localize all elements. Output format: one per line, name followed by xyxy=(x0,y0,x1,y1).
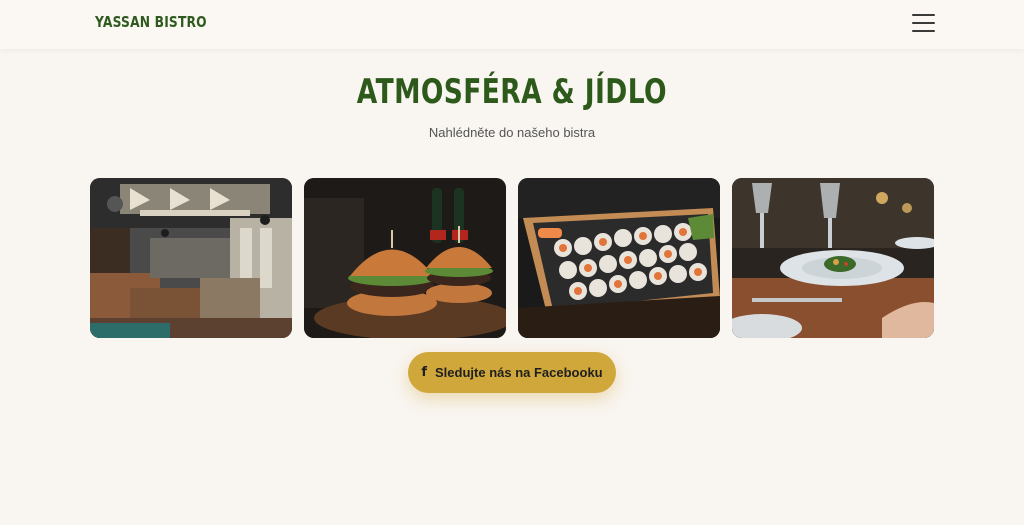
gallery-photo-sushi[interactable] xyxy=(518,178,720,338)
navbar: YASSAN BISTRO xyxy=(0,0,1024,49)
hamburger-menu-icon xyxy=(912,14,935,16)
gallery-photo-interior[interactable] xyxy=(90,178,292,338)
burgers-photo-image xyxy=(304,178,506,338)
sushi-photo-image xyxy=(518,178,720,338)
section-title-text: ATMOSFÉRA & JÍDLO xyxy=(356,72,668,112)
fine-dining-photo-image xyxy=(732,178,934,338)
facebook-icon: f xyxy=(421,365,428,380)
section-subtitle: Nahlédněte do našeho bistra xyxy=(428,125,596,140)
brand-logo[interactable]: YASSAN BISTRO xyxy=(95,13,207,31)
hamburger-menu-icon-bar xyxy=(912,30,935,32)
facebook-follow-button[interactable]: f Sledujte nás na Facebooku xyxy=(408,352,616,393)
facebook-follow-label: Sledujte nás na Facebooku xyxy=(435,365,603,380)
photo-gallery xyxy=(90,178,935,338)
interior-photo-image xyxy=(90,178,292,338)
gallery-photo-fine-dining[interactable] xyxy=(732,178,934,338)
gallery-photo-burgers[interactable] xyxy=(304,178,506,338)
section-title: ATMOSFÉRA & JÍDLO xyxy=(0,72,1024,112)
hamburger-menu-icon-bar xyxy=(912,22,935,24)
menu-button[interactable] xyxy=(906,10,940,38)
